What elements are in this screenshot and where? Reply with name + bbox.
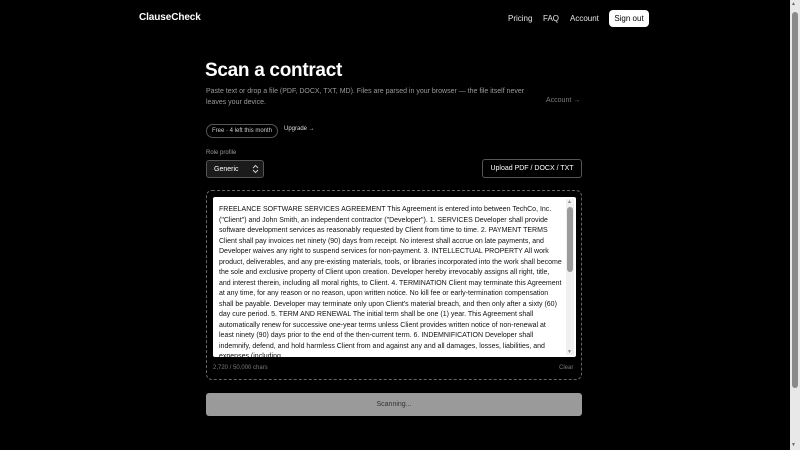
page-title: Scan a contract — [205, 60, 342, 81]
account-link[interactable]: Account → — [546, 97, 580, 104]
role-profile-select[interactable]: Generic — [206, 160, 264, 178]
top-nav: ClauseCheck Pricing FAQ Account Sign out — [0, 0, 790, 38]
nav-link-faq[interactable]: FAQ — [543, 14, 559, 23]
page-scroll-up-icon[interactable]: ▲ — [791, 1, 796, 7]
upgrade-link[interactable]: Upgrade → — [284, 126, 315, 132]
nav-link-account[interactable]: Account — [570, 14, 599, 23]
clear-button[interactable]: Clear — [559, 365, 573, 371]
role-profile-value: Generic — [214, 165, 239, 173]
role-profile-label: Role profile — [206, 150, 237, 156]
page-scroll-thumb[interactable] — [792, 12, 798, 388]
brand-logo[interactable]: ClauseCheck — [139, 12, 201, 23]
plan-badge: Free · 4 left this month — [206, 124, 279, 138]
scroll-up-icon[interactable]: ▲ — [567, 199, 572, 205]
page-subtitle: Paste text or drop a file (PDF, DOCX, TX… — [206, 88, 525, 106]
nav-link-pricing[interactable]: Pricing — [508, 14, 532, 23]
scan-button[interactable]: Scanning... — [206, 393, 582, 416]
scroll-down-icon[interactable]: ▼ — [567, 349, 572, 355]
sign-out-button[interactable]: Sign out — [609, 10, 649, 27]
textarea-scroll-thumb[interactable] — [567, 207, 573, 272]
contract-text-input[interactable]: FREELANCE SOFTWARE SERVICES AGREEMENT Th… — [213, 197, 576, 357]
chevron-updown-icon — [252, 164, 259, 174]
page-scroll-down-icon[interactable]: ▼ — [791, 442, 796, 448]
upload-file-button[interactable]: Upload PDF / DOCX / TXT — [482, 159, 582, 178]
char-count: 2,720 / 50,000 chars — [213, 365, 268, 371]
